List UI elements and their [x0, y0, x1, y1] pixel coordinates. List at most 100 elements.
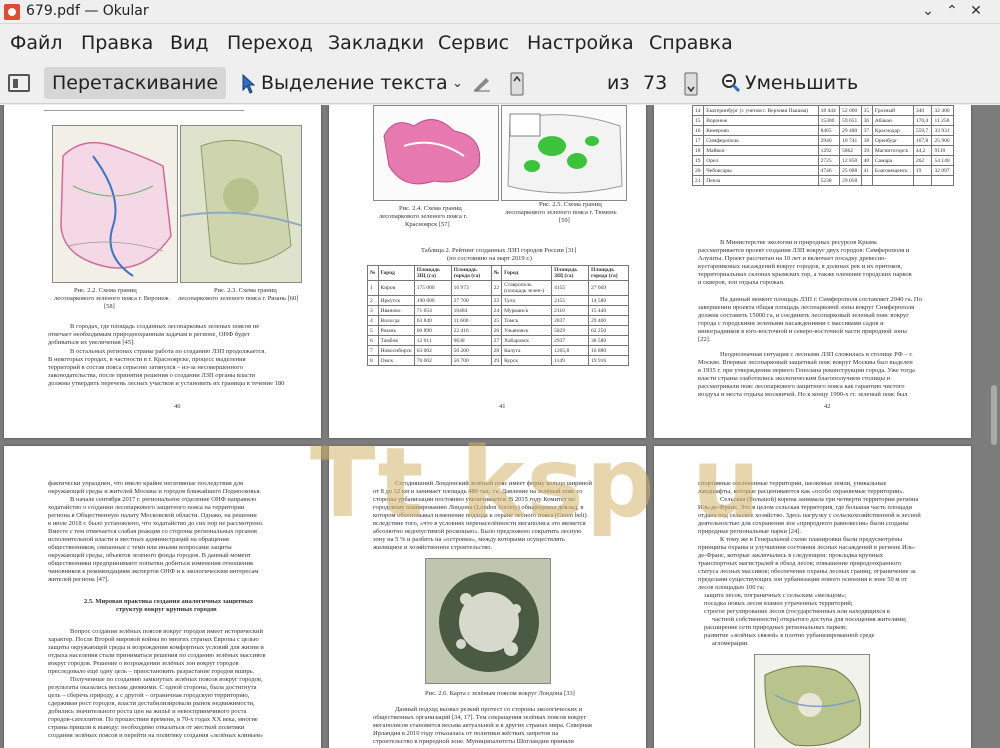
- table-cell: Магнитогорск: [871, 145, 914, 156]
- table-cell: Иркутск: [377, 295, 415, 306]
- table-row: 3 Иваново 71 654 10484 24 Мурманск 2110 15 440: [367, 305, 630, 316]
- text-select-cursor-icon: [242, 73, 256, 98]
- fig-caption: Рис. 2.3. Схема границ: [214, 287, 277, 294]
- text-line: пределами существующих зон урбанизации н…: [698, 576, 908, 583]
- menu-settings[interactable]: Настройка: [527, 32, 634, 54]
- text-line: добились значительного роста цен на жиль…: [48, 708, 247, 715]
- next-page-icon[interactable]: [684, 72, 698, 100]
- text-line: общественников, связанные с теми или ины…: [48, 544, 232, 551]
- zoom-out-button[interactable]: Уменьшить: [745, 67, 858, 99]
- annotate-pen-icon[interactable]: [472, 76, 492, 96]
- table-cell: 2110: [551, 305, 589, 316]
- menu-bookmarks[interactable]: Закладки: [328, 32, 424, 54]
- table-cell: 24: [490, 305, 503, 316]
- table-cell: 29 400: [587, 315, 630, 326]
- table-header-cell: Площадь ЗЩ (га): [551, 265, 589, 281]
- table-row: 6 Тамбов 12 011 9638 27 Хабаровск 2937 38 580: [367, 335, 630, 346]
- london-greenbelt-map-figure: [425, 558, 551, 684]
- text-line: статуса лесных массивов; обеспечение охр…: [698, 568, 916, 575]
- table-cell: 35: [860, 105, 873, 116]
- table-row: 21 Пенза 5238 29 058: [691, 175, 954, 186]
- text-line: фактически упразднен, что имело крайне н…: [48, 480, 243, 487]
- text-line: создания зелёных поясов и перейти на пол…: [48, 732, 264, 739]
- table-cell: 18 444: [817, 105, 841, 116]
- document-viewer[interactable]: Рис. 2.2. Схема границ лесопаркового зел…: [0, 105, 1000, 748]
- table-cell: 5238: [817, 175, 841, 186]
- table-cell: 29 058: [839, 175, 862, 186]
- text-line: В начале сентября 2017 г. региональное о…: [70, 496, 257, 503]
- table-cell: 5: [367, 325, 379, 336]
- text-line: В остальных регионах страны работа по со…: [70, 348, 267, 355]
- table-cell: 12 011: [413, 335, 452, 346]
- table-cell: 62 250: [587, 325, 630, 336]
- text-line: Неоднозначная ситуация с лесными ЛЗП сло…: [720, 351, 913, 358]
- table-cell: 4155: [551, 280, 589, 296]
- table-header-cell: Город: [501, 265, 553, 281]
- menu-help[interactable]: Справка: [649, 32, 733, 54]
- text-select-tool-button[interactable]: Выделение текста: [261, 67, 448, 99]
- table-cell: 38: [860, 135, 873, 146]
- table-row: 20 Чебоксары 4746 25 088 41 Благовещенск 19 32 …: [691, 165, 954, 176]
- table-row: 5 Рязань 60 890 22 416 26 Ульяновск 5829 62 250: [367, 325, 630, 336]
- table-cell: 63 002: [413, 345, 452, 356]
- krasnoyarsk-map-figure: [373, 105, 499, 201]
- browse-tool-button[interactable]: Перетаскивание: [44, 67, 227, 99]
- menu-go[interactable]: Переход: [227, 32, 313, 54]
- tyumen-map-figure: [501, 105, 627, 201]
- vertical-scrollbar[interactable]: [988, 105, 1000, 748]
- zoom-out-icon[interactable]: [722, 74, 741, 96]
- table-header-cell: Площадь ЗЩ (га): [413, 265, 452, 281]
- table-cell: 33 931: [931, 125, 954, 136]
- text-line: жилищное и хозяйственное строительство.: [373, 544, 493, 551]
- table-cell: 19: [912, 165, 933, 176]
- table-cell: 170,4: [912, 115, 933, 126]
- close-icon[interactable]: ✕: [966, 3, 986, 19]
- table-row: 19 Орел 2725 12 850 40 Самара 262 54 140: [691, 155, 954, 166]
- text-line: Ирландия в 2010 году отказалась от полит…: [373, 730, 559, 737]
- table-cell: 59 651: [839, 115, 862, 126]
- table-cell: 52 000: [839, 105, 862, 116]
- text-line: рассматривали пояс лесопаркового защитно…: [698, 383, 905, 390]
- table-header-cell: №: [367, 265, 379, 281]
- table-cell: 32 097: [931, 165, 954, 176]
- bullet-item: агломерации.: [712, 640, 749, 647]
- table-cell: 27: [490, 335, 503, 346]
- table-cell: 262: [912, 155, 933, 166]
- table-cell: Новосибирск: [377, 345, 415, 356]
- maximize-icon[interactable]: ⌃: [942, 3, 962, 19]
- fig-caption: лесопаркового зеленого пояса г. Рязань […: [178, 295, 299, 302]
- sidebar-toggle-icon[interactable]: [8, 74, 30, 92]
- table-cell: 14 580: [587, 295, 630, 306]
- table-cell: 2: [367, 295, 379, 306]
- table-cell: Абакан: [871, 115, 914, 126]
- text-line: Данный подход вызвал резкий протест со с…: [395, 706, 583, 713]
- text-line: характер. После Второй мировой войны во …: [48, 636, 259, 643]
- table-header-cell: Площадь города (га): [450, 265, 492, 281]
- table-cell: 4746: [817, 165, 841, 176]
- fig-caption: Рис. 2.4. Схема границ: [399, 205, 462, 212]
- text-line: территорий в состав пояса серьезно затян…: [48, 364, 243, 371]
- scrollbar-thumb[interactable]: [991, 385, 997, 445]
- table-cell: 19 916: [587, 355, 630, 366]
- table-cell: 11 258: [931, 115, 954, 126]
- bullet-item: развитие «зелёных связей» в плотно урбан…: [704, 632, 875, 639]
- table-cell: 39: [860, 145, 873, 156]
- menu-tools[interactable]: Сервис: [438, 32, 509, 54]
- table-cell: 63 840: [413, 315, 452, 326]
- menu-view[interactable]: Вид: [170, 32, 209, 54]
- table-cell: 37: [860, 125, 873, 136]
- table-cell: Иваново: [377, 305, 415, 316]
- table-header-row: № Город Площадь ЗЩ (га) Площадь города (га)…: [367, 265, 630, 281]
- text-line: Вопрос создания зелёных поясов вокруг го…: [70, 628, 264, 635]
- table-cell: Омск: [377, 355, 415, 366]
- menu-edit[interactable]: Правка: [81, 32, 153, 54]
- table-cell: 27 669: [587, 280, 630, 296]
- minimize-icon[interactable]: ⌄: [918, 3, 938, 19]
- menu-file[interactable]: Файл: [10, 32, 63, 54]
- fig-caption: [59]: [559, 217, 570, 224]
- chevron-down-icon[interactable]: ⌄: [452, 76, 463, 91]
- text-line: строительство в природной зоне. Муниципа…: [373, 738, 574, 745]
- previous-page-icon[interactable]: [510, 72, 524, 100]
- text-line: Алушты. Проект рассчитан на 10 лет и вкл…: [698, 255, 887, 262]
- table-cell: 17: [691, 135, 705, 146]
